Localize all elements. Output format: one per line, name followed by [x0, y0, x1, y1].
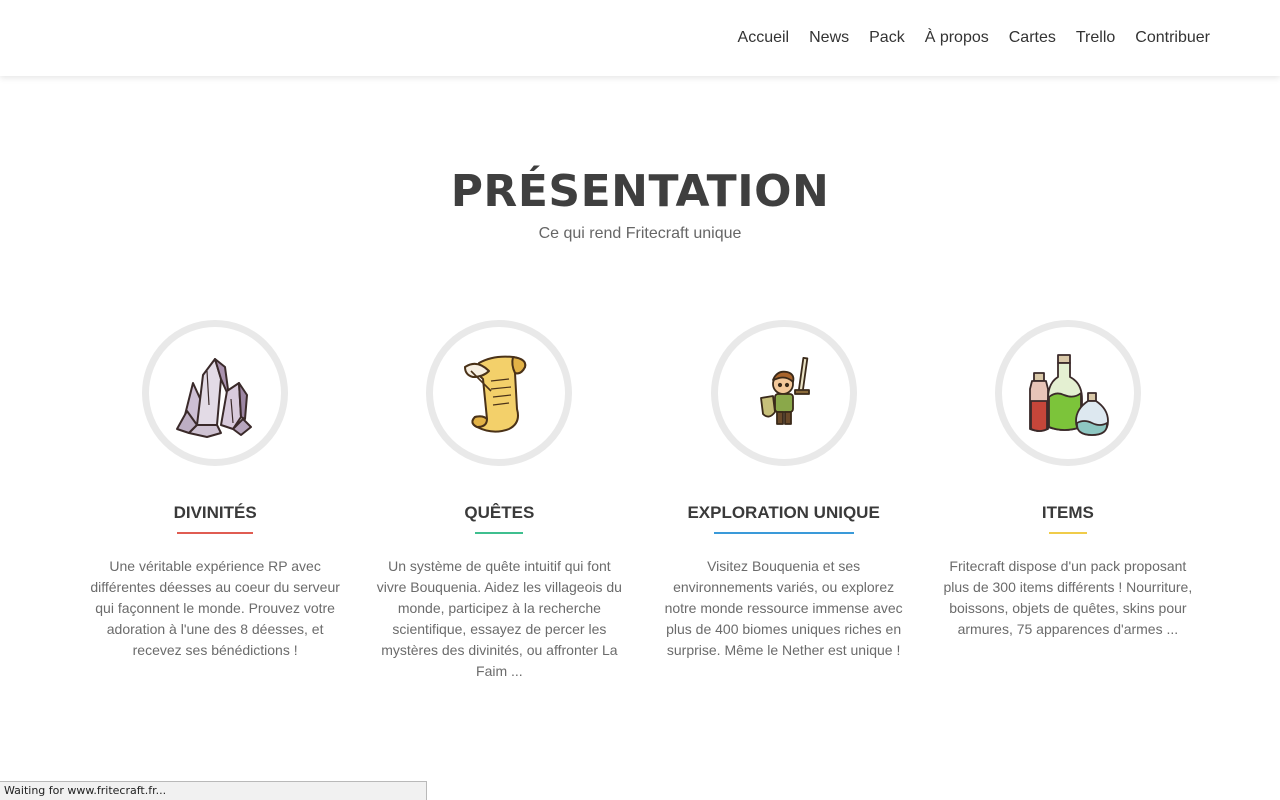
feature-icon-circle	[994, 320, 1141, 466]
browser-status-bar: Waiting for www.fritecraft.fr...	[0, 781, 427, 800]
crystal-icon	[176, 358, 253, 438]
feature-accent-line	[713, 532, 854, 534]
nav-item-trello: Trello	[1076, 29, 1115, 47]
features-row: DIVINITÉS Une véritable expérience RP av…	[73, 320, 1210, 682]
feature-accent-line	[1048, 532, 1087, 534]
adventurer-icon	[759, 356, 810, 425]
feature-icon-circle	[142, 320, 289, 466]
nav-menu: Accueil News Pack À propos Cartes Trello…	[738, 0, 1210, 76]
feature-quetes: QUÊTES Un système de quête intuitif qui …	[357, 320, 641, 682]
potions-icon	[1028, 354, 1109, 436]
nav-link-trello[interactable]: Trello	[1076, 29, 1115, 46]
feature-title: ITEMS	[1041, 503, 1094, 522]
feature-title: QUÊTES	[464, 503, 535, 522]
nav-item-pack: Pack	[869, 29, 905, 47]
feature-description: Une véritable expérience RP avec différe…	[90, 558, 340, 658]
section-title: PRÉSENTATION	[450, 166, 830, 217]
nav-item-contribuer: Contribuer	[1135, 29, 1210, 47]
nav-item-accueil: Accueil	[738, 29, 790, 47]
feature-description: Visitez Bouquenia et ses environnements …	[664, 558, 903, 658]
feature-description: Fritecraft dispose d'un pack proposant p…	[943, 558, 1193, 637]
scroll-quill-icon	[464, 355, 527, 433]
nav-item-a-propos: À propos	[925, 29, 989, 47]
nav-link-news[interactable]: News	[809, 29, 849, 46]
feature-title: DIVINITÉS	[173, 503, 257, 522]
nav-link-cartes[interactable]: Cartes	[1009, 29, 1056, 46]
feature-icon-circle	[426, 320, 573, 466]
nav-link-accueil[interactable]: Accueil	[738, 29, 790, 46]
feature-description: Un système de quête intuitif qui font vi…	[376, 558, 622, 679]
nav-link-contribuer[interactable]: Contribuer	[1135, 29, 1210, 46]
feature-title: EXPLORATION UNIQUE	[687, 503, 880, 522]
feature-exploration: EXPLORATION UNIQUE Visitez Bouquenia et …	[642, 320, 926, 682]
feature-divinites: DIVINITÉS Une véritable expérience RP av…	[73, 320, 357, 682]
feature-items: ITEMS Fritecraft dispose d'un pack propo…	[926, 320, 1210, 682]
nav-link-a-propos[interactable]: À propos	[925, 29, 989, 46]
section-subtitle: Ce qui rend Fritecraft unique	[538, 225, 742, 242]
nav-link-pack[interactable]: Pack	[869, 29, 905, 46]
feature-accent-line	[177, 532, 254, 534]
feature-icon-circle	[710, 320, 857, 466]
nav-item-cartes: Cartes	[1009, 29, 1056, 47]
nav-item-news: News	[809, 29, 849, 47]
feature-accent-line	[475, 532, 524, 534]
navbar: Accueil News Pack À propos Cartes Trello…	[0, 0, 1280, 76]
